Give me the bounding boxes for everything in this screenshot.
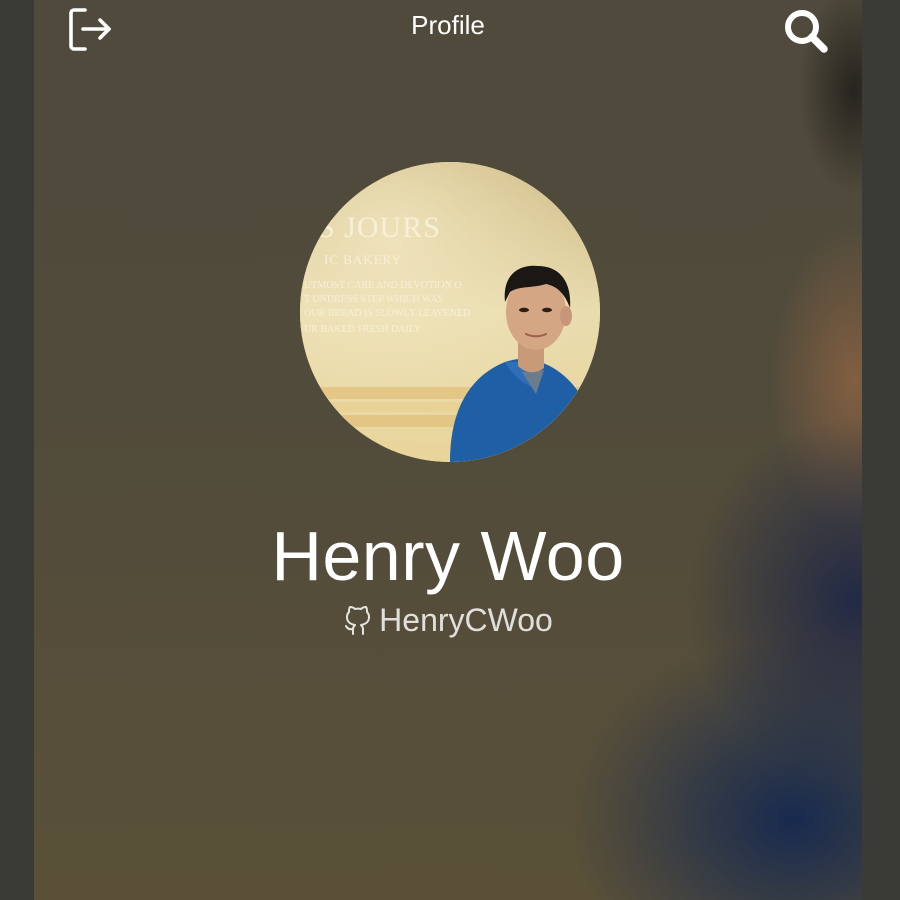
- sign-text-line: S JOURS: [318, 211, 441, 244]
- profile-name: Henry Woo: [271, 517, 625, 595]
- search-button[interactable]: [780, 6, 836, 56]
- sign-text-line: IC BAKERY: [324, 252, 402, 267]
- github-icon: [345, 606, 371, 635]
- search-icon: [785, 10, 828, 53]
- profile-screen: Profile S JOURS IC BAKERY UTMOST CARE AN…: [34, 0, 862, 900]
- profile-avatar[interactable]: S JOURS IC BAKERY UTMOST CARE AND DEVOTI…: [300, 162, 600, 462]
- sign-text-line: UR BAKED FRESH DAILY: [304, 324, 421, 335]
- sign-text-line: UTMOST CARE AND DEVOTION O: [304, 280, 462, 291]
- page-title: Profile: [411, 10, 485, 40]
- navigation-bar: Profile: [34, 0, 862, 56]
- github-handle-link[interactable]: HenryCWoo: [34, 600, 862, 640]
- avatar-photo: S JOURS IC BAKERY UTMOST CARE AND DEVOTI…: [300, 162, 600, 462]
- github-handle-text: HenryCWoo: [379, 602, 553, 638]
- sign-text-line: T UNDRESS STEP WHICH WAS: [304, 294, 443, 305]
- sign-text-line: OUR BREAD IS SLOWLY LEAVENED: [304, 308, 470, 319]
- screen-background: Profile S JOURS IC BAKERY UTMOST CARE AN…: [0, 0, 900, 900]
